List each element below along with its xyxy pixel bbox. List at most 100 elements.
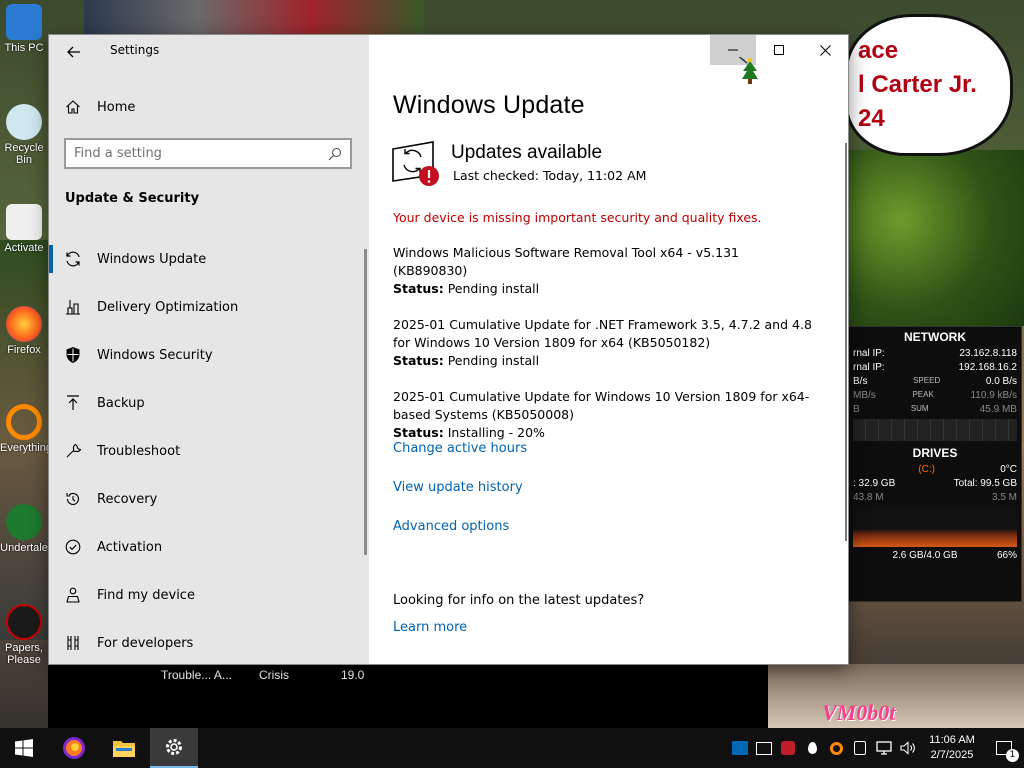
tray-network[interactable] [872,728,896,768]
update-name: Windows Malicious Software Removal Tool … [393,245,739,278]
search-icon[interactable] [328,147,342,161]
desktop-wallpaper-strip [84,0,424,36]
check-circle-icon [49,539,95,555]
watermark: VM0b0t [822,700,896,725]
advanced-options-link[interactable]: Advanced options [393,519,509,534]
drives-title: DRIVES [912,446,958,460]
taskbar-settings[interactable] [150,728,198,768]
update-item: 2025-01 Cumulative Update for .NET Frame… [393,316,813,370]
section-header: Update & Security [65,191,200,206]
taskbar-firefox[interactable] [50,728,98,768]
desktop-icon-everything[interactable]: Everything [0,404,52,454]
status-key: Status: [393,425,444,440]
tray-usb[interactable] [848,728,872,768]
christmas-tree-cursor-icon [739,57,758,84]
background-cell-2: Crisis [259,668,289,682]
update-item: 2025-01 Cumulative Update for Windows 10… [393,388,813,442]
nav-item-windows-update[interactable]: Windows Update [49,235,369,283]
file-explorer-icon [113,741,135,757]
update-list: Windows Malicious Software Removal Tool … [393,244,813,460]
nav-item-for-developers[interactable]: For developers [49,619,369,664]
back-button[interactable] [61,39,87,65]
start-button[interactable] [0,728,48,768]
nav-item-delivery-optimization[interactable]: Delivery Optimization [49,283,369,331]
settings-main-panel: Windows Update Updates available Last ch… [369,35,848,664]
window-controls [710,35,848,65]
papers-please-icon [6,604,42,640]
drive-activity-graph [853,507,1017,547]
home-nav-item[interactable]: Home [49,93,369,121]
nav-item-backup[interactable]: Backup [49,379,369,427]
page-title: Windows Update [393,91,585,119]
tray-intel[interactable] [728,728,752,768]
network-icon [876,741,892,755]
nav-label-delivery-optimization: Delivery Optimization [97,299,239,315]
taskbar-file-explorer[interactable] [100,728,148,768]
clock-date: 2/7/2025 [930,749,974,761]
drive-row: (C:) 0°C [918,464,1017,475]
change-active-hours-link[interactable]: Change active hours [393,441,527,456]
wallpaper-stage [768,664,1024,728]
back-arrow-icon [67,46,80,58]
desktop-icon-papers-please[interactable]: Papers, Please [0,604,48,666]
tray-volume[interactable] [896,728,920,768]
nav-item-find-my-device[interactable]: Find my device [49,571,369,619]
main-scrollbar[interactable] [845,143,847,541]
update-status: Status: Pending install [393,352,813,370]
tray-droplet[interactable] [800,728,824,768]
status-key: Status: [393,353,444,368]
desktop-icon-activate[interactable]: Activate [0,204,48,254]
screen-icon [756,741,772,755]
status-key: Status: [393,281,444,296]
nav-item-windows-security[interactable]: Windows Security [49,331,369,379]
network-title: NETWORK [904,330,966,344]
find-setting-search-box[interactable]: Find a setting [64,138,352,169]
maximize-icon [774,45,784,55]
view-update-history-link[interactable]: View update history [393,480,523,495]
nav-item-activation[interactable]: Activation [49,523,369,571]
background-cell-3: 19.0 [341,668,365,682]
sidebar-scrollbar[interactable] [364,249,367,555]
home-label: Home [97,99,136,115]
nav-label-backup: Backup [97,395,145,411]
desktop-icon-this-pc[interactable]: This PC [0,4,48,54]
nav-label-troubleshoot: Troubleshoot [97,443,181,459]
action-center-button[interactable]: 1 [984,728,1024,768]
delivery-icon [49,299,95,315]
update-name: 2025-01 Cumulative Update for Windows 10… [393,389,810,422]
close-button[interactable] [802,35,848,65]
intel-icon [732,741,748,755]
desktop-icon-firefox[interactable]: Firefox [0,306,48,356]
person-location-icon [49,587,95,603]
sum-row: B SUM 45.9 MB [853,404,1017,415]
wallpaper-foliage [848,150,1024,326]
tray-network-monitor[interactable] [776,728,800,768]
tray-everything[interactable] [824,728,848,768]
sync-icon [49,251,95,267]
system-clock[interactable]: 11:06 AM 2/7/2025 [920,733,984,763]
system-monitor-widget: NETWORK rnal IP: 23.162.8.118 rnal IP: 1… [848,326,1022,602]
network-monitor-icon [781,741,795,755]
external-ip-row: rnal IP: 23.162.8.118 [853,348,1017,359]
nav-item-recovery[interactable]: Recovery [49,475,369,523]
nav-label-find-my-device: Find my device [97,587,195,603]
update-status: Status: Pending install [393,280,813,298]
desktop-icon-undertale[interactable]: Undertale [0,504,48,554]
drive-usage-row: : 32.9 GB Total: 99.5 GB [853,478,1017,489]
taskbar: 11:06 AM 2/7/2025 1 [0,728,1024,768]
update-status: Status: Installing - 20% [393,424,813,442]
desktop-icon-recycle-bin[interactable]: Recycle Bin [0,104,48,166]
maximize-button[interactable] [756,35,802,65]
learn-more-link[interactable]: Learn more [393,620,467,635]
window-title: Settings [110,43,160,57]
clock-time: 11:06 AM [929,734,975,746]
tray-screen[interactable] [752,728,776,768]
developer-icon [49,635,95,651]
background-cell-1: Trouble... A... [161,668,232,682]
update-item: Windows Malicious Software Removal Tool … [393,244,813,298]
droplet-icon [807,742,817,754]
settings-nav-list: Windows Update Delivery Optimization Win… [49,235,369,664]
background-window-strip [48,664,768,728]
nav-item-troubleshoot[interactable]: Troubleshoot [49,427,369,475]
windows-start-icon [15,739,33,757]
